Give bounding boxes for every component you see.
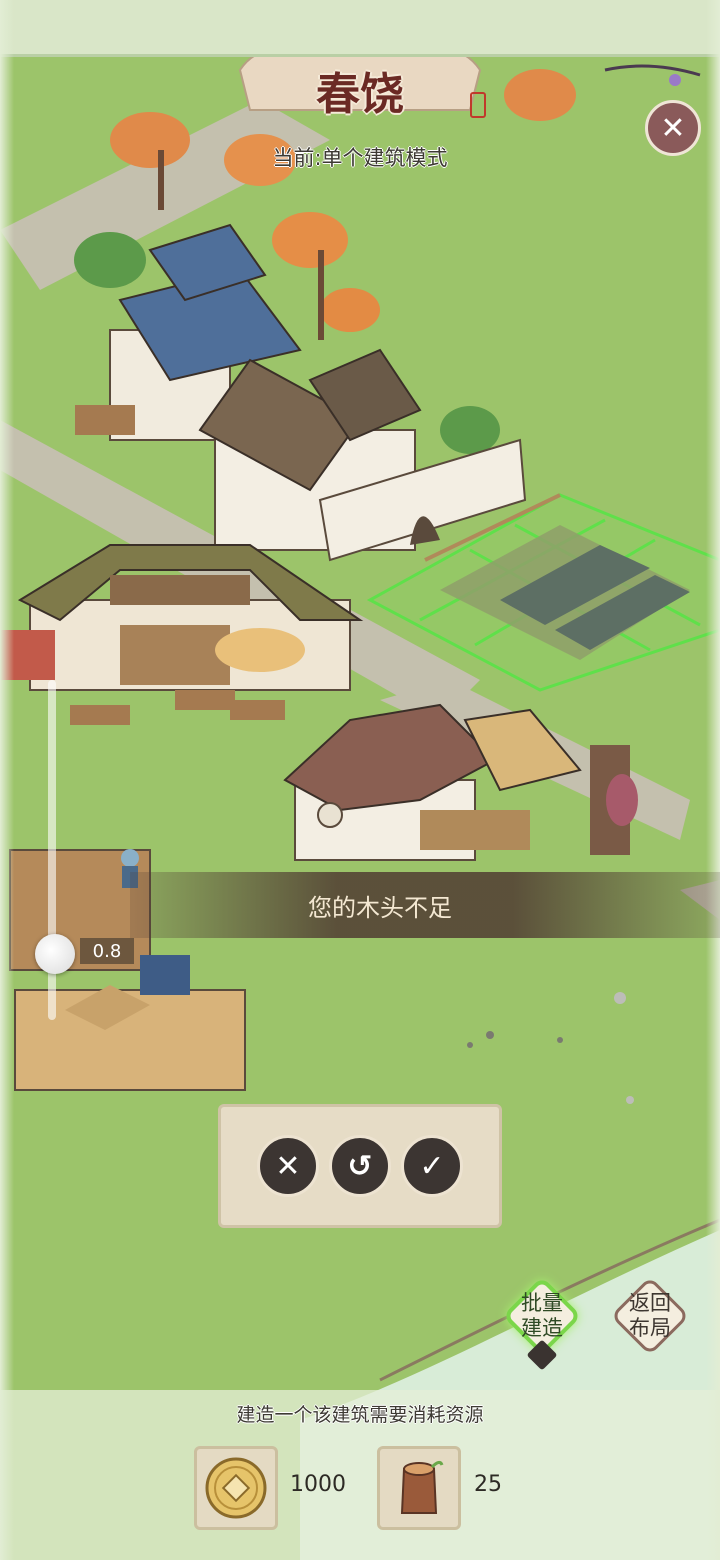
- close-icon: ✕: [275, 1148, 301, 1184]
- zoom-value-label: 0.8: [80, 938, 134, 964]
- top-frame: [0, 0, 720, 57]
- right-frame: [706, 0, 720, 1560]
- left-frame: [0, 0, 14, 1560]
- toast-banner: 您的木头不足: [130, 872, 720, 938]
- close-icon: ✕: [660, 110, 686, 146]
- rotate-icon: ↺: [347, 1148, 373, 1184]
- mode-label: 当前:单个建筑模式: [272, 146, 448, 170]
- cancel-button[interactable]: ✕: [257, 1135, 319, 1197]
- wood-resource: [377, 1446, 461, 1530]
- copper-coin-icon: [205, 1457, 267, 1519]
- toast-message: 您的木头不足: [308, 893, 452, 922]
- cost-caption: 建造一个该建筑需要消耗资源: [236, 1404, 484, 1426]
- confirm-button[interactable]: ✓: [401, 1135, 463, 1197]
- check-icon: ✓: [419, 1148, 445, 1184]
- seal-stamp: [470, 92, 486, 118]
- close-button[interactable]: ✕: [645, 100, 701, 156]
- page-title: 春饶: [316, 69, 404, 120]
- coin-amount: 1000: [290, 1472, 346, 1497]
- build-action-panel: ✕ ↺ ✓: [218, 1104, 502, 1228]
- batch-build-label: 批量建造: [521, 1291, 563, 1340]
- return-layout-label: 返回布局: [629, 1291, 671, 1340]
- title-plaque: 春饶: [250, 50, 470, 130]
- zoom-slider-thumb[interactable]: [35, 934, 75, 974]
- return-layout-button[interactable]: 返回布局: [610, 1276, 690, 1356]
- wood-log-icon: [400, 1460, 444, 1514]
- wood-amount: 25: [474, 1472, 502, 1497]
- rotate-button[interactable]: ↺: [329, 1135, 391, 1197]
- coin-resource: [194, 1446, 278, 1530]
